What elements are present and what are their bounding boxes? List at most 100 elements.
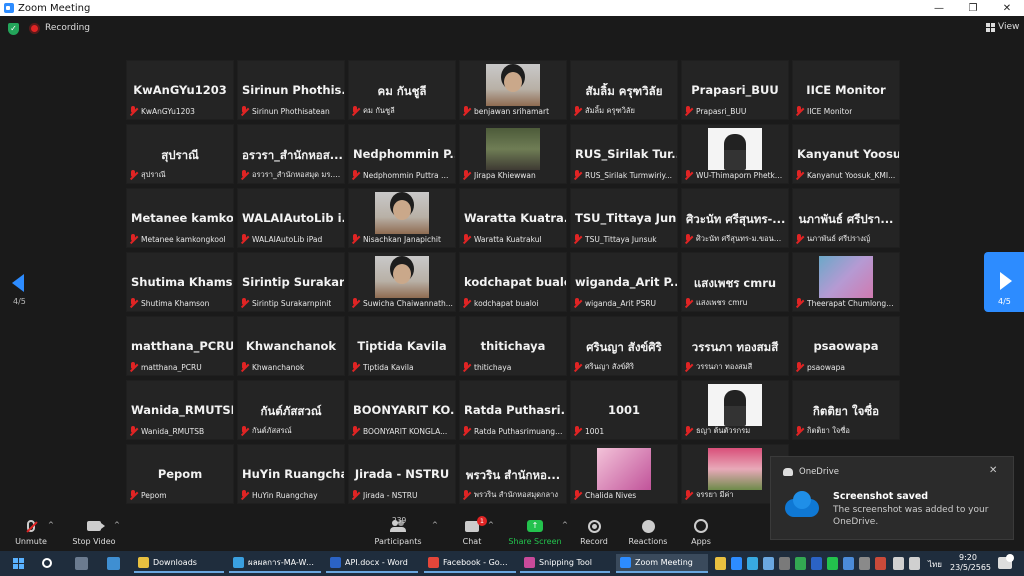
speaker-icon[interactable]	[909, 557, 920, 570]
view-button[interactable]: View	[986, 22, 1019, 32]
participant-tile[interactable]: แสงเพชร cmru แสงเพชร cmru	[681, 252, 789, 312]
unmute-button[interactable]: Unmute	[14, 518, 48, 546]
participant-tile[interactable]: matthana_PCRU matthana_PCRU	[126, 316, 234, 376]
participant-tile[interactable]: Wanida_RMUTSB Wanida_RMUTSB	[126, 380, 234, 440]
audio-options-caret-icon[interactable]: ^	[48, 521, 54, 529]
task-view-icon[interactable]	[75, 557, 88, 570]
windows-start-icon[interactable]	[13, 558, 25, 570]
participant-tile[interactable]: TSU_Tittaya Jun... TSU_Tittaya Junsuk	[570, 188, 678, 248]
tray-app-icon[interactable]	[795, 557, 806, 570]
participant-tile[interactable]: Jirapa Khiewwan	[459, 124, 567, 184]
tray-zoom-icon[interactable]	[731, 557, 742, 570]
participant-tile[interactable]: RUS_Sirilak Tur... RUS_Sirilak Turmwiriy.…	[570, 124, 678, 184]
participant-tile[interactable]: ศรินญา สังข์ศิริ ศรินญา สังข์ศิริ	[570, 316, 678, 376]
participant-tile[interactable]: Chalida Nives	[570, 444, 678, 504]
participant-tile[interactable]: Nisachkan Janapichit	[348, 188, 456, 248]
participant-tile[interactable]: WU-Thimaporn Phetka...	[681, 124, 789, 184]
participant-tile[interactable]: KwAnGYu1203 KwAnGYu1203	[126, 60, 234, 120]
share-caret-icon[interactable]: ^	[562, 521, 568, 529]
search-icon[interactable]	[42, 558, 52, 568]
participant-tile[interactable]: wiganda_Arit P... wiganda_Arit PSRU	[570, 252, 678, 312]
video-options-caret-icon[interactable]: ^	[114, 521, 120, 529]
participant-tile[interactable]: 1001 1001	[570, 380, 678, 440]
participant-tile[interactable]: พรวริน สำนักหอ... พรวริน สำนักหอสมุดกลาง	[459, 444, 567, 504]
participant-tile[interactable]: สุปราณี สุปราณี	[126, 124, 234, 184]
tray-app-icon[interactable]	[715, 557, 726, 570]
participant-tile[interactable]: Jirada - NSTRU Jirada - NSTRU	[348, 444, 456, 504]
participant-tile[interactable]: psaowapa psaowapa	[792, 316, 900, 376]
tray-app-icon[interactable]	[779, 557, 790, 570]
minimize-button[interactable]: —	[922, 3, 956, 14]
notification-center-icon[interactable]	[998, 554, 1014, 569]
taskbar-app-button[interactable]: Downloads	[134, 554, 224, 573]
participant-tile[interactable]: สัมลิ้ม ครุฑวิลัย สัมลิ้ม ครุฑวิลัย	[570, 60, 678, 120]
participants-button[interactable]: 239 Participants	[372, 516, 424, 546]
maximize-button[interactable]: ❐	[956, 3, 990, 14]
wifi-icon[interactable]	[893, 557, 904, 570]
participant-footer: Wanida_RMUTSB	[129, 425, 231, 437]
security-shield-icon[interactable]: ✓	[8, 23, 19, 35]
chat-button[interactable]: 1 Chat	[460, 515, 487, 546]
tray-app-icon[interactable]	[859, 557, 870, 570]
participant-tile[interactable]: thitichaya thitichaya	[459, 316, 567, 376]
taskbar-app-button[interactable]: ผลผลการ-MA-WAL...	[229, 554, 321, 573]
participant-tile[interactable]: อรวรา_สำนักหอส... อรวรา_สำนักหอสมุด มร.ชม…	[237, 124, 345, 184]
participant-tile[interactable]: HuYin Ruangchay HuYin Ruangchay	[237, 444, 345, 504]
participant-tile[interactable]: Sirintip Surakar... Sirintip Surakarnpini…	[237, 252, 345, 312]
participant-tile[interactable]: นภาพันธ์ ศรีปรา... นภาพันธ์ ศรีปรางญ์	[792, 188, 900, 248]
participant-footer: Prapasri_BUU	[684, 105, 786, 117]
previous-page-button[interactable]: 4/5	[8, 270, 28, 310]
participant-tile[interactable]: Suwicha Chaiwannath...	[348, 252, 456, 312]
apps-button[interactable]: Apps	[686, 518, 716, 546]
participant-tile[interactable]: Prapasri_BUU Prapasri_BUU	[681, 60, 789, 120]
participant-tile[interactable]: Ratda Puthasri... Ratda Puthasrimuang (..…	[459, 380, 567, 440]
participant-tile[interactable]: WALAIAutoLib i... WALAIAutoLib iPad	[237, 188, 345, 248]
participant-tile[interactable]: benjawan srihamart	[459, 60, 567, 120]
participant-tile[interactable]: Theerapat Chumlongpi...	[792, 252, 900, 312]
tray-app-icon[interactable]	[843, 557, 854, 570]
stop-video-button[interactable]: Stop Video	[72, 518, 116, 546]
participant-tile[interactable]: IICE Monitor IICE Monitor	[792, 60, 900, 120]
tray-app-icon[interactable]	[811, 557, 822, 570]
recording-label: Recording	[45, 23, 91, 33]
taskbar-app-button[interactable]: Zoom Meeting	[616, 554, 708, 573]
record-button[interactable]: Record	[578, 518, 610, 546]
input-language[interactable]: ไทย	[928, 558, 942, 571]
tray-shield-icon[interactable]	[827, 557, 838, 570]
participant-tile[interactable]: BOONYARIT KO... BOONYARIT KONGLA...	[348, 380, 456, 440]
participant-tile[interactable]: วรรนภา ทองสมสี วรรนภา ทองสมสี	[681, 316, 789, 376]
taskbar-app-button[interactable]: API.docx - Word	[326, 554, 418, 573]
participant-tile[interactable]: kodchapat bualoi kodchapat bualoi	[459, 252, 567, 312]
participant-tile[interactable]: กิตติยา ใจซื่อ กิตติยา ใจซื่อ	[792, 380, 900, 440]
mail-icon[interactable]	[107, 557, 120, 570]
participant-tile[interactable]: Kanyanut Yoosu... Kanyanut Yoosuk_KMI...	[792, 124, 900, 184]
participants-caret-icon[interactable]: ^	[432, 521, 438, 529]
tray-app-icon[interactable]	[875, 557, 886, 570]
reactions-button[interactable]: Reactions	[626, 518, 670, 546]
close-button[interactable]: ✕	[990, 3, 1024, 14]
participant-tile[interactable]: Tiptida Kavila Tiptida Kavila	[348, 316, 456, 376]
taskbar-app-button[interactable]: Facebook - Goo...	[424, 554, 516, 573]
participant-tile[interactable]: Waratta Kuatra... Waratta Kuatrakul	[459, 188, 567, 248]
participant-tile[interactable]: คม กันชูลี คม กันชูลี	[348, 60, 456, 120]
participant-tile[interactable]: ศิวะนัท ศรีสุนทร-... ศิวะนัท ศรีสุนทร-ม.ข…	[681, 188, 789, 248]
participant-tile[interactable]: กันต์ภัสสวณ์ กันต์ภัสสรณ์	[237, 380, 345, 440]
participant-tile[interactable]: Shutima Khams... Shutima Khamson	[126, 252, 234, 312]
participant-tile[interactable]: ธญา ต้นตัวรกรม	[681, 380, 789, 440]
taskbar-app-button[interactable]: Snipping Tool	[520, 554, 610, 573]
participant-name-label: psaowapa	[807, 362, 845, 372]
tray-edge-icon[interactable]	[747, 557, 758, 570]
chat-caret-icon[interactable]: ^	[488, 521, 494, 529]
participant-tile[interactable]: Khwanchanok Khwanchanok	[237, 316, 345, 376]
tray-onedrive-icon[interactable]	[763, 557, 774, 570]
next-page-button[interactable]: 4/5	[984, 252, 1024, 312]
notification-close-icon[interactable]: ✕	[989, 465, 997, 476]
participant-tile[interactable]: Pepom Pepom	[126, 444, 234, 504]
muted-mic-icon	[129, 106, 138, 116]
participant-tile[interactable]: Sirinun Phothis... Sirinun Phothisatean	[237, 60, 345, 120]
taskbar-clock[interactable]: 9:20 23/5/2565	[950, 553, 991, 573]
participant-tile[interactable]: Metanee kamko... Metanee kamkongkool	[126, 188, 234, 248]
participant-tile[interactable]: Nedphommin P... Nedphommin Puttra N...	[348, 124, 456, 184]
onedrive-notification[interactable]: OneDrive ✕ Screenshot saved The screensh…	[770, 456, 1014, 540]
share-screen-button[interactable]: ↑ Share Screen	[508, 518, 562, 546]
